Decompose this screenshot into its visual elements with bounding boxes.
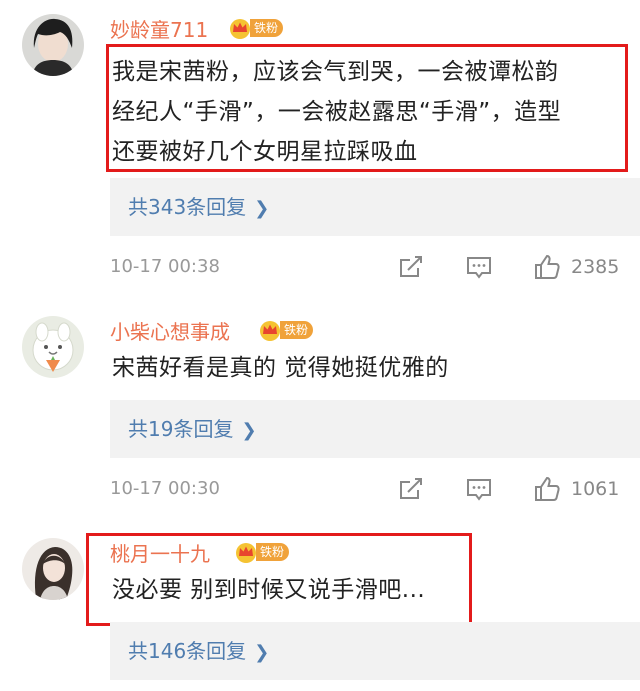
share-icon[interactable] bbox=[396, 474, 426, 504]
comment-text: 我是宋茜粉，应该会气到哭，一会被谭松韵 经纪人“手滑”，一会被赵露思“手滑”，造… bbox=[112, 52, 561, 172]
avatar[interactable] bbox=[22, 538, 84, 600]
crown-icon bbox=[258, 319, 282, 341]
reply-box: 共343条回复 ❯ bbox=[110, 178, 640, 236]
comment-text: 宋茜好看是真的 觉得她挺优雅的 bbox=[112, 348, 449, 388]
username[interactable]: 桃月一十九 bbox=[110, 538, 210, 567]
avatar[interactable] bbox=[22, 316, 84, 378]
timestamp: 10-17 00:38 bbox=[110, 256, 220, 277]
comment-icon[interactable] bbox=[464, 474, 494, 504]
reply-count: 共19条回复 bbox=[128, 417, 234, 441]
username[interactable]: 小柴心想事成 bbox=[110, 316, 230, 345]
timestamp: 10-17 00:30 bbox=[110, 478, 220, 499]
badge-label: 铁粉 bbox=[256, 543, 290, 561]
crown-icon bbox=[228, 17, 252, 39]
comment-meta: 10-17 00:30 1061 bbox=[110, 474, 640, 504]
reply-count: 共146条回复 bbox=[128, 639, 247, 663]
comment-line: 没必要 别到时候又说手滑吧... bbox=[112, 577, 426, 603]
comment-icon[interactable] bbox=[464, 252, 494, 282]
username[interactable]: 妙龄童711 bbox=[110, 14, 208, 43]
badge-label: 铁粉 bbox=[280, 321, 314, 339]
fan-badge: 铁粉 bbox=[234, 541, 290, 563]
chevron-right-icon: ❯ bbox=[254, 642, 270, 663]
like-count: 1061 bbox=[571, 478, 620, 500]
comment-line: 我是宋茜粉，应该会气到哭，一会被谭松韵 bbox=[112, 59, 559, 85]
comment-line: 还要被好几个女明星拉踩吸血 bbox=[112, 139, 418, 165]
reply-box: 共19条回复 ❯ bbox=[110, 400, 640, 458]
view-replies-link[interactable]: 共146条回复 ❯ bbox=[128, 622, 269, 682]
badge-label: 铁粉 bbox=[250, 19, 284, 37]
view-replies-link[interactable]: 共19条回复 ❯ bbox=[128, 400, 257, 460]
chevron-right-icon: ❯ bbox=[254, 198, 270, 219]
avatar[interactable] bbox=[22, 14, 84, 76]
fan-badge: 铁粉 bbox=[228, 17, 284, 39]
reply-box: 共146条回复 ❯ bbox=[110, 622, 640, 680]
chevron-right-icon: ❯ bbox=[241, 420, 257, 441]
comment-line: 经纪人“手滑”，一会被赵露思“手滑”，造型 bbox=[112, 99, 562, 125]
thumbs-up-icon[interactable] bbox=[532, 474, 562, 504]
crown-icon bbox=[234, 541, 258, 563]
comment-line: 宋茜好看是真的 觉得她挺优雅的 bbox=[112, 355, 449, 381]
comment-meta: 10-17 00:38 2385 bbox=[110, 252, 640, 282]
view-replies-link[interactable]: 共343条回复 ❯ bbox=[128, 178, 269, 238]
fan-badge: 铁粉 bbox=[258, 319, 314, 341]
like-count: 2385 bbox=[571, 256, 620, 278]
thumbs-up-icon[interactable] bbox=[532, 252, 562, 282]
reply-count: 共343条回复 bbox=[128, 195, 247, 219]
comment-text: 没必要 别到时候又说手滑吧... bbox=[112, 570, 425, 610]
share-icon[interactable] bbox=[396, 252, 426, 282]
